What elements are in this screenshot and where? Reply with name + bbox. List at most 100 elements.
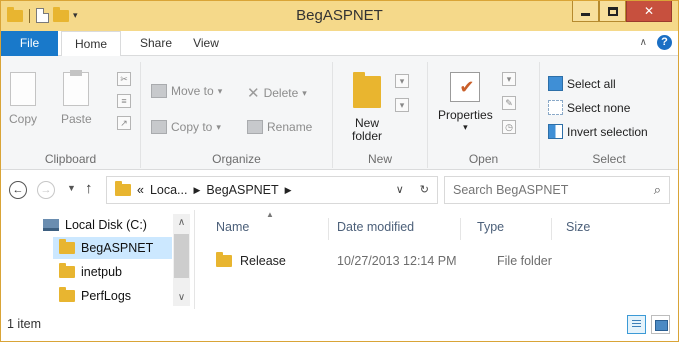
rename-label: Rename [267,120,313,134]
column-header-date-modified[interactable]: Date modified [337,220,414,234]
refresh-icon[interactable]: ↻ [420,183,429,196]
new-group-label: New [367,152,392,166]
copy-label: Copy [9,112,38,126]
forward-button[interactable]: → [37,181,55,199]
forward-arrow-icon: → [40,184,52,196]
properties-button[interactable]: Properties ▾ [438,72,493,133]
organize-group-label: Organize [212,152,261,166]
new-group: New folder ▾ ▾ New [333,62,428,168]
file-date-modified: 10/27/2013 12:14 PM [337,254,457,268]
up-arrow-icon[interactable]: ↑ [85,180,93,197]
easy-access-icon[interactable]: ▾ [395,98,409,112]
minimize-button[interactable] [572,1,599,22]
rename-icon [247,120,263,134]
status-bar: 1 item [1,309,678,341]
help-icon[interactable]: ? [657,35,672,50]
search-icon[interactable]: ⌕ [654,182,661,198]
ribbon-tab-controls: ∧ ? [640,35,672,50]
breadcrumb-local-disk[interactable]: Loca... [150,183,188,197]
select-none-label: Select none [567,100,631,115]
minimize-ribbon-icon[interactable]: ∧ [640,37,647,48]
column-divider[interactable] [328,218,329,240]
copy-to-dropdown-icon: ▾ [216,121,221,132]
rename-button[interactable]: Rename [247,120,312,134]
back-button[interactable]: ← [9,181,27,199]
delete-dropdown-icon: ▾ [302,87,307,98]
edit-icon[interactable]: ✎ [502,96,516,110]
cut-icon[interactable]: ✂ [117,72,131,86]
delete-icon: ✕ [247,85,260,102]
column-divider[interactable] [551,218,552,240]
copy-button[interactable]: Copy [9,72,37,126]
maximize-button[interactable] [599,1,626,22]
nav-item-perflogs[interactable]: PerfLogs [53,285,172,307]
folder-icon [216,252,232,267]
column-header-size[interactable]: Size [566,220,590,234]
delete-label: Delete [263,86,299,100]
select-none-button[interactable]: Select none [548,100,630,115]
file-list: ▲ Name Date modified Type Size Release 1… [196,210,678,309]
select-all-icon [548,76,563,91]
move-to-button[interactable]: Move to ▾ [151,84,222,98]
sort-ascending-icon: ▲ [266,210,274,219]
scroll-up-icon[interactable]: ∧ [173,214,190,231]
select-none-icon [548,100,563,115]
tab-home[interactable]: Home [61,31,121,57]
navigation-pane: Local Disk (C:) BegASPNET inetpub PerfLo… [1,210,195,309]
folder-icon [59,239,75,254]
nav-item-begaspnet[interactable]: BegASPNET [53,237,172,259]
open-icon[interactable]: ▾ [502,72,516,86]
search-input[interactable] [453,183,643,197]
address-dropdown-icon[interactable]: ∨ [396,183,404,196]
breadcrumb-begaspnet[interactable]: BegASPNET [206,183,278,197]
select-group-label: Select [592,152,626,166]
copy-path-icon[interactable]: ≡ [117,94,131,108]
select-all-button[interactable]: Select all [548,76,616,91]
paste-shortcut-icon[interactable]: ↗ [117,116,131,130]
delete-button[interactable]: ✕ Delete ▾ [247,84,307,102]
copy-to-icon [151,120,167,134]
search-box[interactable]: ⌕ [444,176,670,204]
scroll-down-icon[interactable]: ∨ [173,289,190,306]
open-group: Properties ▾ ▾ ✎ ◷ Open [428,62,540,168]
nav-item-inetpub[interactable]: inetpub [53,261,172,283]
drive-icon [43,219,59,231]
scrollbar-thumb[interactable] [174,234,189,278]
move-to-dropdown-icon: ▾ [217,85,223,96]
copy-to-button[interactable]: Copy to ▾ [151,120,221,134]
window-controls: ✕ [572,1,672,22]
recent-locations-dropdown-icon[interactable]: ▼ [67,183,76,193]
maximize-icon [607,6,618,16]
new-folder-button[interactable] [345,72,381,108]
column-divider[interactable] [460,218,461,240]
address-bar[interactable]: « Loca... ▶ BegASPNET ▶ ∨ ↻ [106,176,438,204]
tab-share[interactable]: Share [131,31,181,56]
invert-selection-button[interactable]: Invert selection [548,124,648,139]
paste-icon [63,70,90,106]
address-overflow[interactable]: « [137,183,144,197]
column-header-name[interactable]: Name [216,220,249,234]
address-row: ← → ▼ ↑ « Loca... ▶ BegASPNET ▶ ∨ ↻ ⌕ [1,170,678,210]
nav-item-local-disk[interactable]: Local Disk (C:) [39,214,171,236]
move-to-label: Move to [171,84,214,98]
tab-view[interactable]: View [183,31,229,56]
invert-selection-icon [548,124,563,139]
paste-button[interactable]: Paste [61,70,92,126]
nav-item-label: BegASPNET [81,241,154,255]
tab-file[interactable]: File [1,31,58,56]
large-icons-view-button[interactable] [651,315,670,334]
column-header-type[interactable]: Type [477,220,504,234]
clipboard-group: Copy Paste ✂ ≡ ↗ Clipboard [1,62,141,168]
details-view-button[interactable] [627,315,646,334]
breadcrumb-chevron-icon[interactable]: ▶ [193,185,200,196]
nav-scrollbar[interactable]: ∧ ∨ [173,214,190,306]
organize-group: Move to ▾ ✕ Delete ▾ Copy to ▾ Rename Or… [141,62,333,168]
breadcrumb-chevron-icon[interactable]: ▶ [285,185,292,196]
history-icon[interactable]: ◷ [502,120,516,134]
clipboard-group-label: Clipboard [44,152,97,166]
new-item-icon[interactable]: ▾ [395,74,409,88]
table-row[interactable]: Release 10/27/2013 12:14 PM File folder [216,250,587,272]
close-button[interactable]: ✕ [626,1,672,22]
copy-icon [10,72,36,106]
minimize-icon [581,12,590,16]
